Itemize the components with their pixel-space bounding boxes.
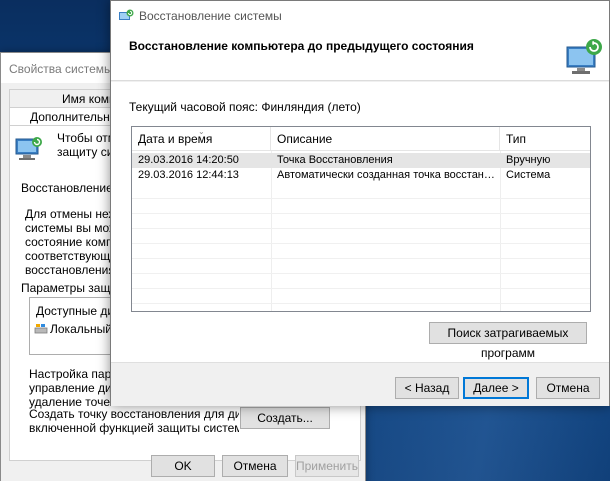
row-separator [132, 198, 590, 199]
row-date: 29.03.2016 12:44:13 [138, 169, 239, 181]
next-button[interactable]: Далее > [463, 377, 529, 399]
sort-arrow-icon: ⌄ [198, 127, 205, 136]
column-header-description[interactable]: Описание [271, 127, 500, 151]
restore-header: Восстановление компьютера до предыдущего… [111, 31, 609, 81]
create-text-1: Создать точку восстановления для дисков … [29, 407, 239, 421]
row-separator [132, 303, 590, 304]
row-description: Автоматически созданная точка восстановл… [277, 169, 500, 181]
row-separator [132, 213, 590, 214]
computer-restore-icon [15, 137, 42, 160]
protection-settings-label: Параметры защиты [21, 281, 115, 295]
row-type: Система [506, 169, 551, 181]
restore-desc-5: восстановления. [25, 263, 115, 277]
restore-desc-2: системы вы можете [25, 221, 115, 235]
restore-cancel-button[interactable]: Отмена [536, 377, 600, 399]
ok-button[interactable]: OK [151, 455, 215, 477]
apply-button: Применить [295, 455, 359, 477]
intro-text-1: Чтобы отме [57, 131, 115, 145]
restore-footer: < Назад Далее > Отмена [111, 362, 609, 406]
row-separator [132, 258, 590, 259]
system-restore-large-icon [566, 39, 602, 74]
restore-desc-3: состояние компьют [25, 235, 115, 249]
restore-header-title: Восстановление компьютера до предыдущего… [129, 39, 474, 53]
system-restore-window[interactable]: Восстановление системы Восстановление ко… [110, 0, 610, 406]
column-header-type[interactable]: Тип [500, 127, 590, 151]
row-separator [132, 243, 590, 244]
table-row[interactable]: 29.03.2016 14:20:50 Точка Восстановления… [132, 153, 590, 168]
row-separator [132, 273, 590, 274]
restore-points-table[interactable]: Дата и время Описание Тип ⌄ 29.03.2016 1… [131, 126, 591, 312]
row-separator [132, 288, 590, 289]
config-text-2: управление диско [29, 381, 115, 395]
config-text-1: Настройка параме [29, 367, 115, 381]
restore-desc-4: соответствующее п [25, 249, 115, 263]
back-button[interactable]: < Назад [395, 377, 459, 399]
restore-titlebar: Восстановление системы [111, 1, 609, 31]
row-description: Точка Восстановления [277, 154, 393, 166]
scan-affected-programs-button[interactable]: Поиск затрагиваемых программ [429, 322, 587, 360]
table-row[interactable]: 29.03.2016 12:44:13 Автоматически создан… [132, 168, 590, 183]
restore-body: Текущий часовой пояс: Финляндия (лето) Д… [111, 82, 609, 362]
restore-section-label: Восстановление сис [21, 181, 115, 195]
row-date: 29.03.2016 14:20:50 [138, 154, 239, 166]
row-type: Вручную [506, 154, 551, 166]
restore-window-title: Восстановление системы [139, 9, 282, 23]
restore-desc-1: Для отмены нежел [25, 207, 115, 221]
timezone-label: Текущий часовой пояс: Финляндия (лето) [129, 100, 361, 114]
system-restore-icon [119, 9, 134, 20]
create-text-2: включенной функцией защиты системы. [29, 421, 239, 435]
table-header: Дата и время Описание Тип ⌄ [132, 127, 590, 151]
local-disk-icon [34, 324, 48, 334]
intro-text-2: защиту сист [57, 145, 115, 159]
cancel-button[interactable]: Отмена [222, 455, 288, 477]
create-button[interactable]: Создать... [240, 407, 330, 429]
row-separator [132, 228, 590, 229]
available-disks-header: Доступные диск [36, 304, 120, 318]
